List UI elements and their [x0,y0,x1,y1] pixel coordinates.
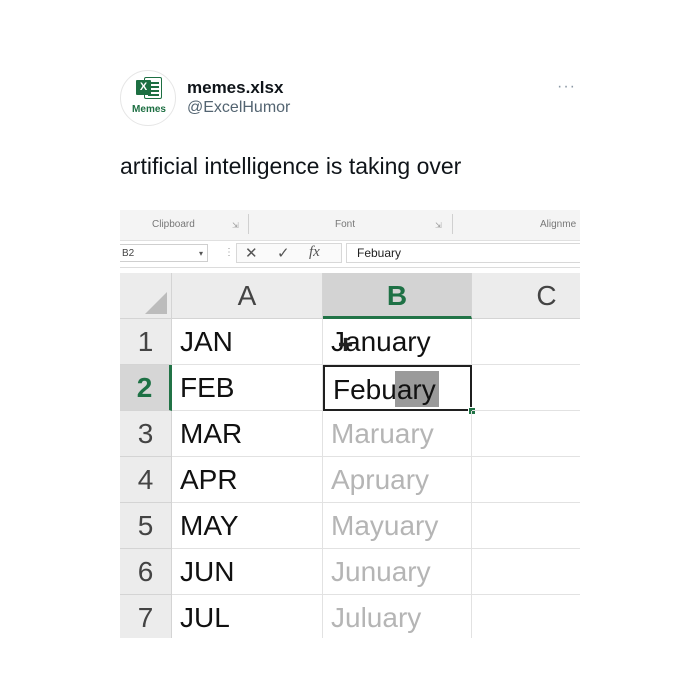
cell-c6[interactable] [472,549,580,595]
tweet-header: X Memes memes.xlsx @ExcelHumor ··· [120,70,590,126]
formula-icons: ✕ ✓ fx [236,243,342,263]
cell-a5[interactable]: MAY [172,503,323,549]
ribbon-group-alignment: Alignme [540,219,577,230]
cell-c2[interactable] [472,365,580,411]
cell-a3[interactable]: MAR [172,411,323,457]
cell-b2-text: Febuary [333,374,436,405]
row-header[interactable]: 5 [120,503,172,549]
formula-bar: B2 ▾ ⋮ ✕ ✓ fx Febuary [120,241,580,268]
spreadsheet-grid: A B C 1 JAN January ✚ 2 FEB Febuary 3 MA… [120,273,580,638]
row-header[interactable]: 2 [120,365,172,411]
function-icon[interactable]: fx [309,244,320,261]
formula-input[interactable]: Febuary [346,243,580,263]
name-box-value: B2 [122,248,135,259]
cell-c4[interactable] [472,457,580,503]
cell-b2[interactable]: Febuary [323,365,472,411]
column-header-a[interactable]: A [172,273,323,319]
cell-b3[interactable]: Maruary [323,411,472,457]
more-options-icon[interactable]: ··· [557,78,576,96]
cell-b6[interactable]: Junuary [323,549,472,595]
row-header[interactable]: 4 [120,457,172,503]
tweet-text: artificial intelligence is taking over [120,153,462,179]
excel-screenshot: Clipboard ⇲ Font ⇲ Alignme B2 ▾ ⋮ ✕ ✓ fx… [120,210,580,638]
ribbon-group-font: Font [335,219,356,230]
select-all-corner[interactable] [120,273,172,319]
clipboard-expander-icon: ⇲ [232,221,239,230]
cell-a2[interactable]: FEB [172,365,323,411]
ribbon: Clipboard ⇲ Font ⇲ Alignme [120,210,580,241]
enter-icon[interactable]: ✓ [277,244,290,262]
cell-b5[interactable]: Mayuary [323,503,472,549]
user-handle[interactable]: @ExcelHumor [187,99,290,117]
row-header[interactable]: 3 [120,411,172,457]
cell-c1[interactable] [472,319,580,365]
avatar-letter: X [136,80,151,95]
cell-c7[interactable] [472,595,580,638]
column-header-b[interactable]: B [323,273,472,319]
column-header-c[interactable]: C [472,273,580,319]
cell-c5[interactable] [472,503,580,549]
avatar[interactable]: X Memes [120,70,176,126]
row-header[interactable]: 7 [120,595,172,638]
row-header[interactable]: 1 [120,319,172,365]
excel-logo-icon: X [136,76,164,100]
cell-b7[interactable]: Juluary [323,595,472,638]
name-box[interactable]: B2 ▾ [120,244,208,262]
row-header[interactable]: 6 [120,549,172,595]
cancel-icon[interactable]: ✕ [245,244,258,262]
display-name[interactable]: memes.xlsx [187,78,283,98]
cell-c3[interactable] [472,411,580,457]
font-expander-icon: ⇲ [435,221,442,230]
cell-a1[interactable]: JAN [172,319,323,365]
cursor-icon: ✚ [338,335,354,355]
cell-a7[interactable]: JUL [172,595,323,638]
cell-a6[interactable]: JUN [172,549,323,595]
cell-b4[interactable]: Apruary [323,457,472,503]
drag-handle-icon[interactable]: ⋮ [224,247,234,258]
cell-a4[interactable]: APR [172,457,323,503]
chevron-down-icon[interactable]: ▾ [199,245,203,262]
avatar-label: Memes [132,104,166,115]
ribbon-group-clipboard: Clipboard [152,219,195,230]
